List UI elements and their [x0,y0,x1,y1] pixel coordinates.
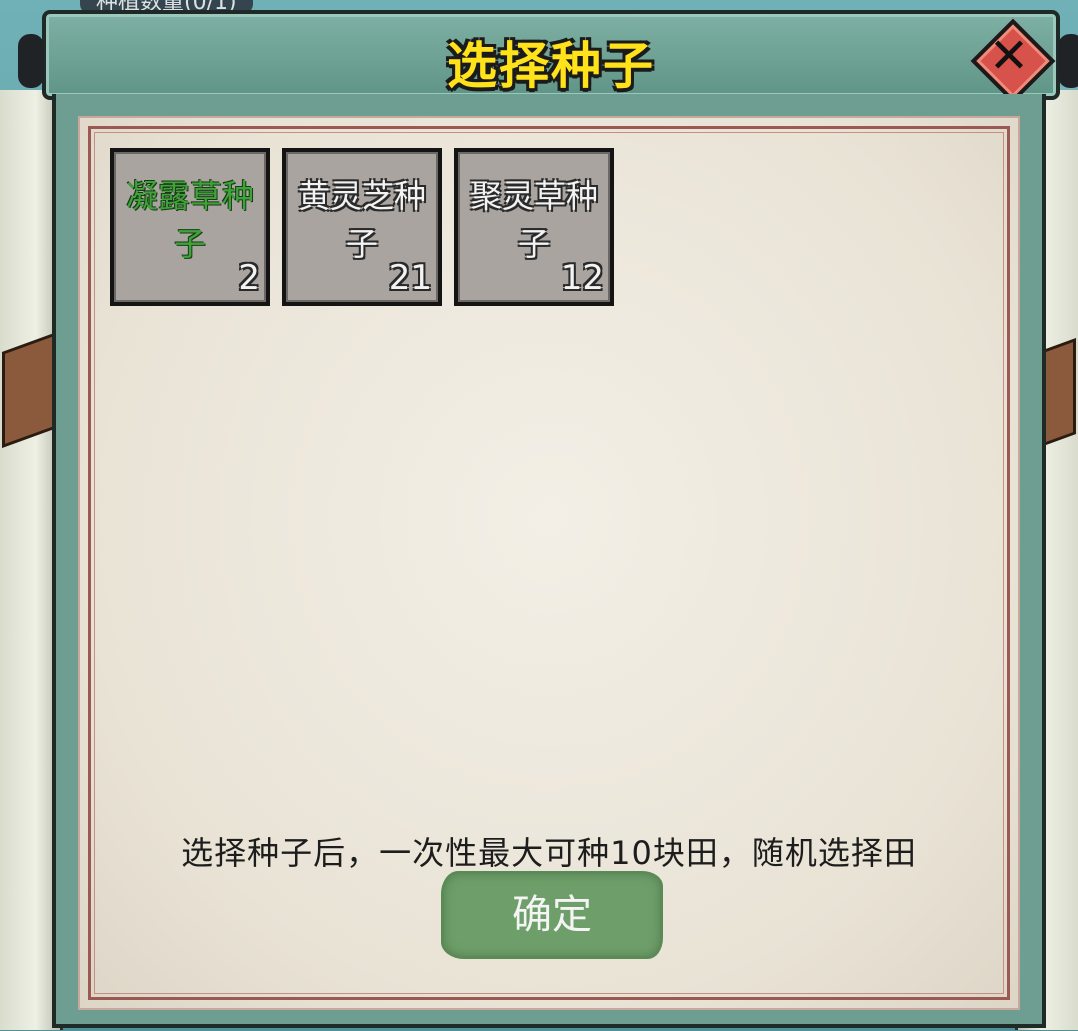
seed-list: 凝露草种子 2 黄灵芝种子 21 聚灵草种子 12 [110,148,614,306]
dialog-title-bar: 选择种子 ✕ [18,10,1078,104]
seed-name: 聚灵草种子 [469,177,598,263]
confirm-button[interactable]: 确定 [444,874,660,956]
scroll-end-left [18,34,44,88]
dialog-title: 选择种子 [447,37,655,95]
seed-count: 12 [560,258,604,298]
seed-item[interactable]: 聚灵草种子 12 [454,148,614,306]
seed-item[interactable]: 黄灵芝种子 21 [282,148,442,306]
seed-name: 凝露草种子 [125,177,254,263]
close-button[interactable]: ✕ [970,18,1056,104]
close-icon: ✕ [988,28,1030,84]
dialog-body: 凝露草种子 2 黄灵芝种子 21 聚灵草种子 12 选择种子后，一次性最大可种1… [52,94,1046,1028]
scroll-end-right [1058,34,1078,88]
seed-count: 21 [388,258,432,298]
paper-panel: 凝露草种子 2 黄灵芝种子 21 聚灵草种子 12 选择种子后，一次性最大可种1… [78,116,1020,1010]
seed-item[interactable]: 凝露草种子 2 [110,148,270,306]
seed-name: 黄灵芝种子 [297,177,426,263]
seed-count: 2 [238,258,260,298]
planting-hint: 选择种子后，一次性最大可种10块田，随机选择田 [181,834,917,872]
select-seed-dialog: 选择种子 ✕ 凝露草种子 2 黄灵芝种子 21 聚灵草种子 12 选择种子后，一… [18,8,1078,1031]
